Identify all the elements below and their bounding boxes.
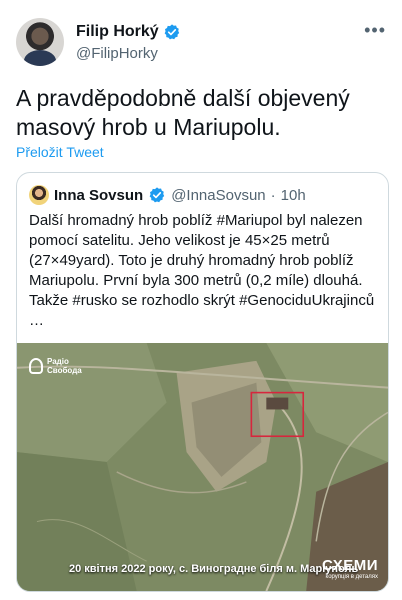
quoted-author-name[interactable]: Inna Sovsun: [54, 187, 143, 204]
author-avatar[interactable]: [16, 18, 64, 66]
verified-badge-icon: [164, 24, 179, 40]
quoted-tweet-header: Inna Sovsun @InnaSovsun · 10h: [29, 185, 306, 205]
radio-svoboda-icon: [29, 358, 43, 374]
quoted-author-avatar[interactable]: [29, 185, 49, 205]
schemy-watermark: СХЕМИ корупція в деталях: [322, 557, 378, 581]
image-caption: 20 квітня 2022 року, с. Виноградне біля …: [69, 563, 359, 575]
translate-tweet-link[interactable]: Přeložit Tweet: [16, 144, 104, 160]
tweet-text: A pravděpodobně další objevený masový hr…: [16, 85, 350, 140]
quoted-tweet-text: Další hromadný hrob poblíž #Mariupol byl…: [29, 212, 375, 329]
quoted-tweet[interactable]: Inna Sovsun @InnaSovsun · 10h Další hrom…: [16, 172, 389, 592]
logo-line1: Радіо: [47, 357, 69, 366]
radio-svoboda-logo: Радіо Свобода: [29, 357, 82, 375]
author-name[interactable]: Filip Horký: [76, 22, 159, 42]
verified-badge-icon: [149, 187, 165, 203]
more-options-icon[interactable]: •••: [364, 20, 386, 41]
quoted-tweet-time[interactable]: 10h: [281, 187, 306, 204]
watermark-subtitle: корупція в деталях: [325, 574, 379, 580]
watermark-title: СХЕМИ: [321, 557, 378, 574]
author-handle[interactable]: @FilipHorky: [76, 44, 181, 64]
tweet-header: Filip Horký @FilipHorky •••: [16, 18, 390, 70]
separator-dot: ·: [270, 186, 276, 204]
logo-line2: Свобода: [47, 366, 82, 375]
author-name-block: Filip Horký @FilipHorky: [76, 22, 181, 64]
satellite-map-graphic: [17, 343, 388, 591]
satellite-image[interactable]: Радіо Свобода 20 квітня 2022 року, с. Ви…: [17, 343, 388, 591]
quoted-author-handle[interactable]: @InnaSovsun: [171, 187, 265, 204]
author-display-name[interactable]: Filip Horký: [76, 22, 181, 42]
